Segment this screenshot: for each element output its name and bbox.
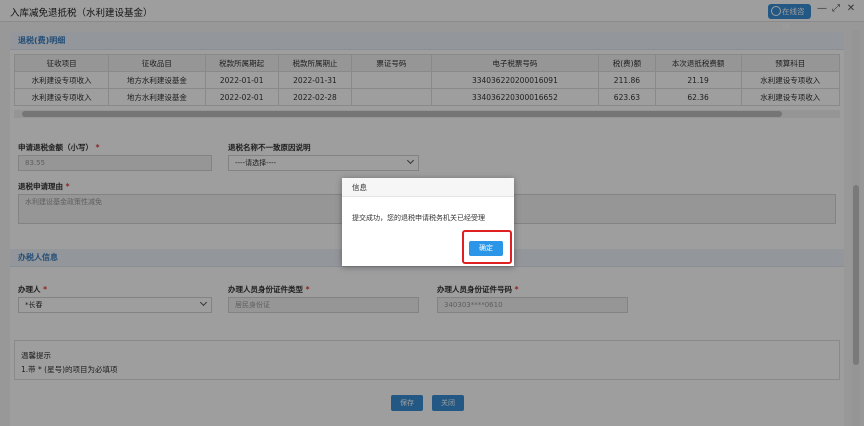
dialog-message: 提交成功，您的退税申请税务机关已经受理 — [352, 214, 485, 222]
confirm-button[interactable]: 确定 — [469, 241, 503, 256]
dialog-title: 信息 — [342, 178, 514, 197]
